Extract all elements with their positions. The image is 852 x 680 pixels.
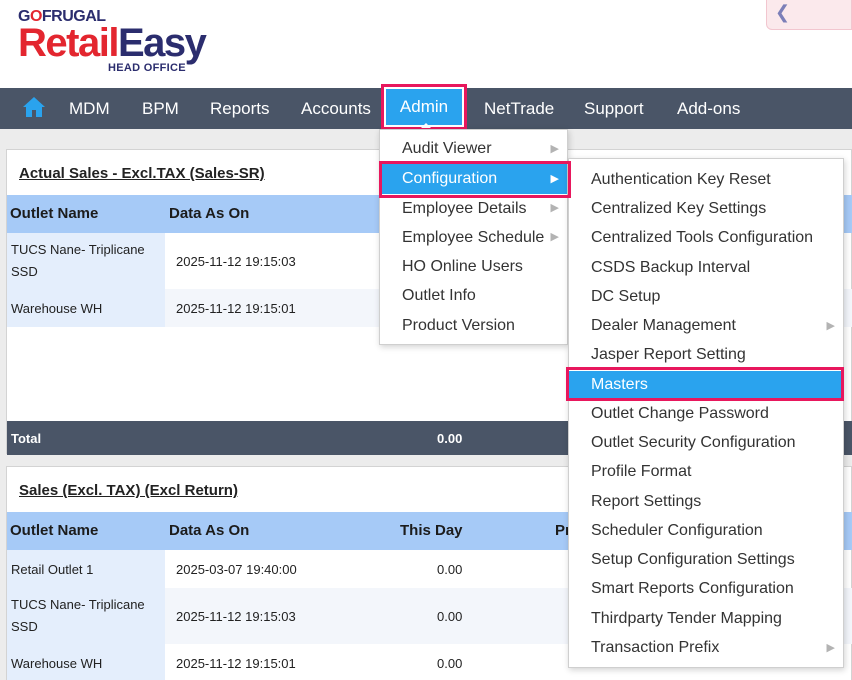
menu-item-centralized-key-settings[interactable]: Centralized Key Settings [569, 194, 843, 224]
col-outlet-name[interactable]: Outlet Name [10, 195, 98, 233]
admin-dropdown-menu: Audit Viewer ▶ Configuration ▶ Employee De… [379, 129, 568, 345]
menu-item-employee-schedule[interactable]: Employee Schedule ▶ [380, 223, 567, 252]
nav-reports[interactable]: Reports [210, 88, 270, 129]
nav-admin[interactable]: Admin [381, 84, 467, 130]
col-this-day[interactable]: This Day [400, 512, 463, 550]
nav-support[interactable]: Support [584, 88, 644, 129]
menu-item-profile-format[interactable]: Profile Format [569, 457, 843, 487]
outlet-name: Retail Outlet 1 [11, 562, 94, 577]
outlet-name: TUCS Nane- Triplicane SSD [11, 597, 145, 634]
col-outlet-name[interactable]: Outlet Name [10, 512, 98, 550]
menu-item-configuration[interactable]: Configuration ▶ [380, 164, 567, 194]
chevron-right-icon: ▶ [826, 642, 835, 654]
nav-mdm[interactable]: MDM [69, 88, 110, 129]
outlet-name: Warehouse WH [11, 301, 103, 316]
menu-item-employee-details[interactable]: Employee Details ▶ [380, 194, 567, 223]
menu-item-ho-online-users[interactable]: HO Online Users [380, 252, 567, 281]
retaileasy-logo[interactable]: GOFRUGAL RetailEasy HEAD OFFICE [18, 8, 207, 74]
chevron-left-icon: ❮ [775, 2, 791, 22]
nav-addons[interactable]: Add-ons [677, 88, 740, 129]
this-day-value: 0.00 [437, 609, 463, 624]
chevron-right-icon: ▶ [550, 173, 559, 185]
configuration-submenu: Authentication Key Reset Centralized Key… [568, 158, 844, 668]
nav-bpm[interactable]: BPM [142, 88, 179, 129]
total-value: 0.00 [437, 431, 463, 446]
chevron-right-icon: ▶ [550, 231, 559, 243]
menu-item-csds-backup-interval[interactable]: CSDS Backup Interval [569, 253, 843, 283]
panel-title[interactable]: Sales (Excl. TAX) (Excl Return) [19, 482, 238, 499]
chevron-right-icon: ▶ [550, 143, 559, 155]
menu-item-outlet-info[interactable]: Outlet Info [380, 281, 567, 311]
menu-item-masters[interactable]: Masters [569, 371, 843, 399]
nav-nettrade[interactable]: NetTrade [484, 88, 554, 129]
menu-item-transaction-prefix[interactable]: Transaction Prefix ▶ [569, 633, 843, 663]
col-data-as-on[interactable]: Data As On [169, 195, 249, 233]
menu-item-outlet-change-password[interactable]: Outlet Change Password [569, 399, 843, 429]
menu-item-product-version[interactable]: Product Version [380, 311, 567, 340]
outlet-name: Warehouse WH [11, 656, 103, 671]
active-indicator [421, 123, 431, 128]
menu-item-thirdparty-tender-mapping[interactable]: Thirdparty Tender Mapping [569, 604, 843, 634]
home-icon[interactable] [22, 96, 46, 118]
menu-item-report-settings[interactable]: Report Settings [569, 487, 843, 517]
chevron-right-icon: ▶ [826, 320, 835, 332]
app-header: GOFRUGAL RetailEasy HEAD OFFICE ❮ [0, 0, 852, 88]
head-office-label: HEAD OFFICE [108, 62, 186, 74]
menu-item-dc-setup[interactable]: DC Setup [569, 282, 843, 312]
menu-item-smart-reports-configuration[interactable]: Smart Reports Configuration [569, 574, 843, 604]
data-as-on: 2025-11-12 19:15:01 [176, 301, 296, 316]
retaileasy-wordmark: RetailEasy [18, 21, 207, 65]
menu-item-scheduler-configuration[interactable]: Scheduler Configuration [569, 516, 843, 546]
this-day-value: 0.00 [437, 656, 463, 671]
data-as-on: 2025-11-12 19:15:01 [176, 656, 296, 671]
panel-title[interactable]: Actual Sales - Excl.TAX (Sales-SR) [19, 165, 265, 182]
data-as-on: 2025-03-07 19:40:00 [176, 562, 297, 577]
data-as-on: 2025-11-12 19:15:03 [176, 254, 296, 269]
outlet-name: TUCS Nane- Triplicane SSD [11, 242, 145, 279]
data-as-on: 2025-11-12 19:15:03 [176, 609, 296, 624]
total-label: Total [11, 431, 42, 446]
this-day-value: 0.00 [437, 562, 463, 577]
menu-item-outlet-security-configuration[interactable]: Outlet Security Configuration [569, 428, 843, 458]
chevron-right-icon: ▶ [550, 202, 559, 214]
menu-item-jasper-report-setting[interactable]: Jasper Report Setting [569, 340, 843, 370]
collapse-panel-button[interactable]: ❮ [766, 0, 852, 30]
menu-item-audit-viewer[interactable]: Audit Viewer ▶ [380, 134, 567, 164]
menu-item-authentication-key-reset[interactable]: Authentication Key Reset [569, 165, 843, 195]
nav-admin-label: Admin [386, 89, 462, 125]
menu-item-setup-configuration-settings[interactable]: Setup Configuration Settings [569, 545, 843, 575]
menu-item-centralized-tools-configuration[interactable]: Centralized Tools Configuration [569, 223, 843, 253]
nav-accounts[interactable]: Accounts [301, 88, 371, 129]
col-data-as-on[interactable]: Data As On [169, 512, 249, 550]
menu-item-dealer-management[interactable]: Dealer Management ▶ [569, 311, 843, 341]
app-root: GOFRUGAL RetailEasy HEAD OFFICE ❮ MDM BP… [0, 0, 852, 680]
